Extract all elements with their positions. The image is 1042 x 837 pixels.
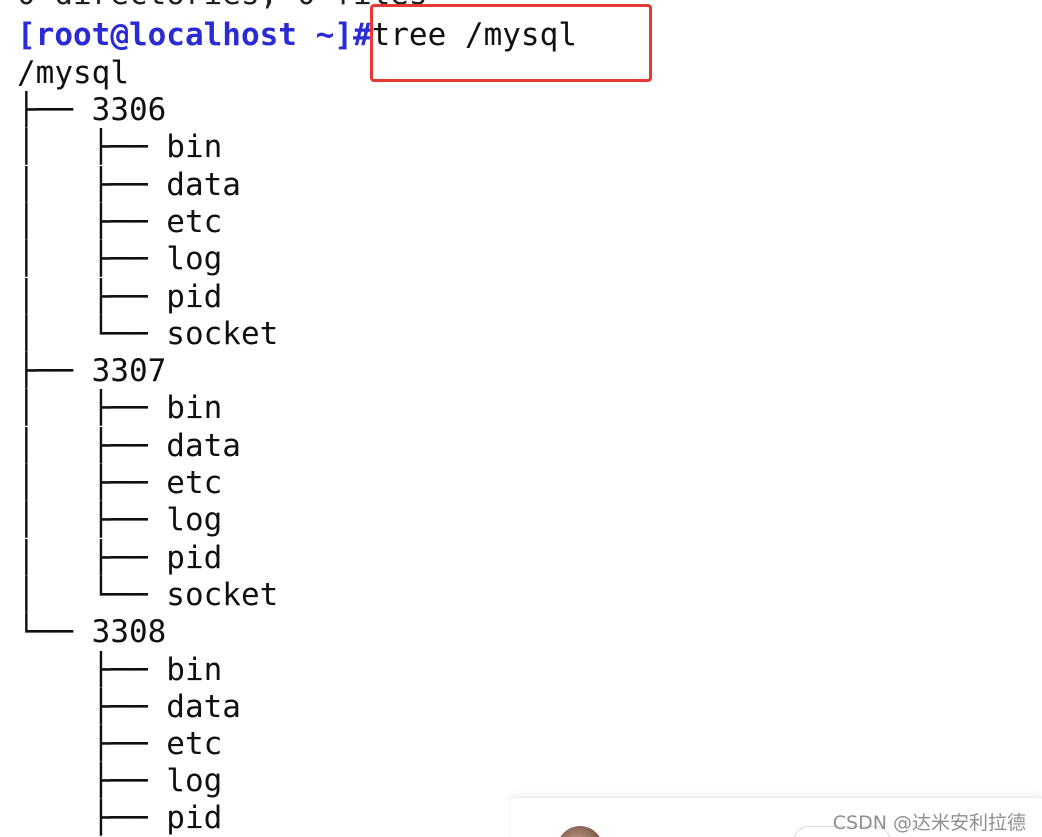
shell-prompt: [root@localhost ~]# bbox=[17, 17, 372, 53]
tree-line: ├── 3307 bbox=[17, 353, 167, 389]
terminal-screenshot: 0 directories, 0 files [root@localhost ~… bbox=[0, 0, 1042, 837]
tree-line: │ └── socket bbox=[17, 577, 279, 613]
tree-line: │ ├── etc bbox=[17, 204, 223, 240]
tree-root-directory: /mysql bbox=[17, 55, 129, 91]
tree-line: │ ├── data bbox=[17, 167, 241, 203]
previous-output-line: 0 directories, 0 files bbox=[17, 0, 428, 13]
tree-line: └── 3308 bbox=[17, 614, 167, 650]
tree-line: │ └── socket bbox=[17, 316, 279, 352]
csdn-watermark: CSDN @达米安利拉德 bbox=[832, 812, 1026, 834]
command-highlight-box bbox=[370, 4, 652, 82]
tree-line: ├── etc bbox=[17, 726, 223, 762]
tree-line: │ ├── bin bbox=[17, 390, 223, 426]
tree-line: │ ├── etc bbox=[17, 465, 223, 501]
tree-line: ├── 3306 bbox=[17, 92, 167, 128]
tree-line: │ ├── pid bbox=[17, 540, 223, 576]
tree-line: ├── bin bbox=[17, 652, 223, 688]
tree-line: │ ├── data bbox=[17, 428, 241, 464]
tree-line: │ ├── log bbox=[17, 502, 223, 538]
tree-line: ├── data bbox=[17, 689, 241, 725]
tree-line: │ ├── bin bbox=[17, 129, 223, 165]
tree-line: │ ├── log bbox=[17, 241, 223, 277]
tree-line: │ ├── pid bbox=[17, 279, 223, 315]
tree-line: ├── pid bbox=[17, 800, 223, 836]
tree-line: ├── log bbox=[17, 763, 223, 799]
